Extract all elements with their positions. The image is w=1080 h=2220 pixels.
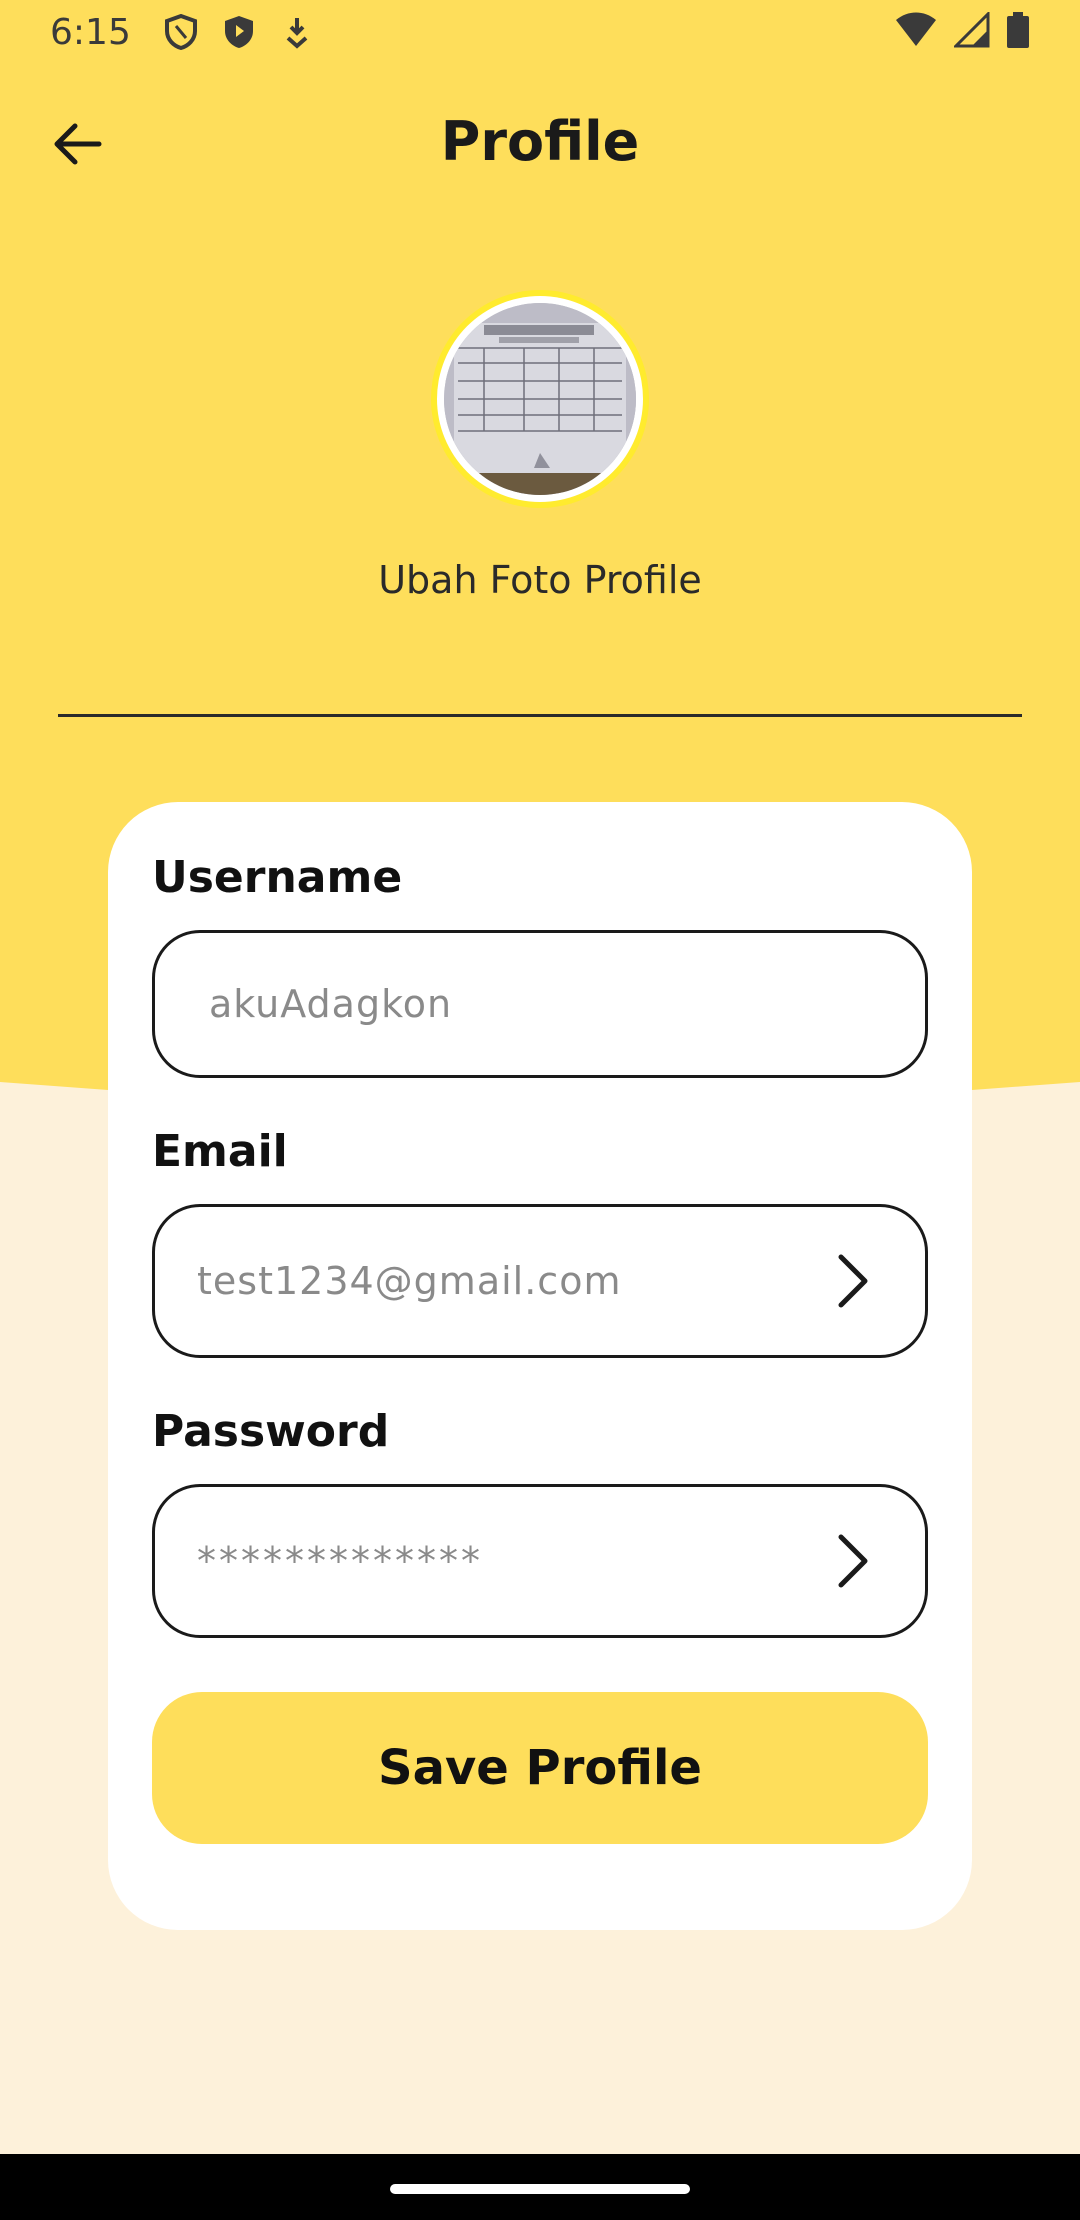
shield-outline-icon xyxy=(161,12,201,52)
password-value: ************* xyxy=(197,1539,483,1583)
system-nav-bar xyxy=(0,2154,1080,2220)
avatar[interactable] xyxy=(437,296,643,502)
change-photo-link[interactable]: Ubah Foto Profile xyxy=(0,558,1080,602)
battery-icon xyxy=(1006,12,1030,52)
avatar-image xyxy=(444,303,636,495)
avatar-ring[interactable] xyxy=(431,290,649,508)
password-label: Password xyxy=(152,1406,390,1457)
username-value: akuAdagkon xyxy=(209,982,453,1026)
shield-filled-icon xyxy=(219,12,259,52)
password-field[interactable]: ************* xyxy=(152,1484,928,1638)
email-value: test1234@gmail.com xyxy=(197,1259,622,1303)
app-header: Profile xyxy=(0,100,1080,190)
download-icon xyxy=(277,12,317,52)
email-field[interactable]: test1234@gmail.com xyxy=(152,1204,928,1358)
email-label: Email xyxy=(152,1126,288,1177)
divider xyxy=(58,714,1022,717)
wifi-icon xyxy=(894,12,938,52)
save-profile-button[interactable]: Save Profile xyxy=(152,1692,928,1844)
home-indicator[interactable] xyxy=(390,2184,690,2194)
username-field[interactable]: akuAdagkon xyxy=(152,930,928,1078)
signal-icon xyxy=(952,10,990,52)
chevron-right-icon[interactable] xyxy=(831,1529,875,1593)
status-time: 6:15 xyxy=(50,11,131,53)
chevron-right-icon[interactable] xyxy=(831,1249,875,1313)
username-label: Username xyxy=(152,852,403,903)
page-title: Profile xyxy=(440,110,640,173)
profile-form-card: Username akuAdagkon Email test1234@gmail… xyxy=(108,802,972,1930)
status-bar: 6:15 xyxy=(0,0,1080,64)
